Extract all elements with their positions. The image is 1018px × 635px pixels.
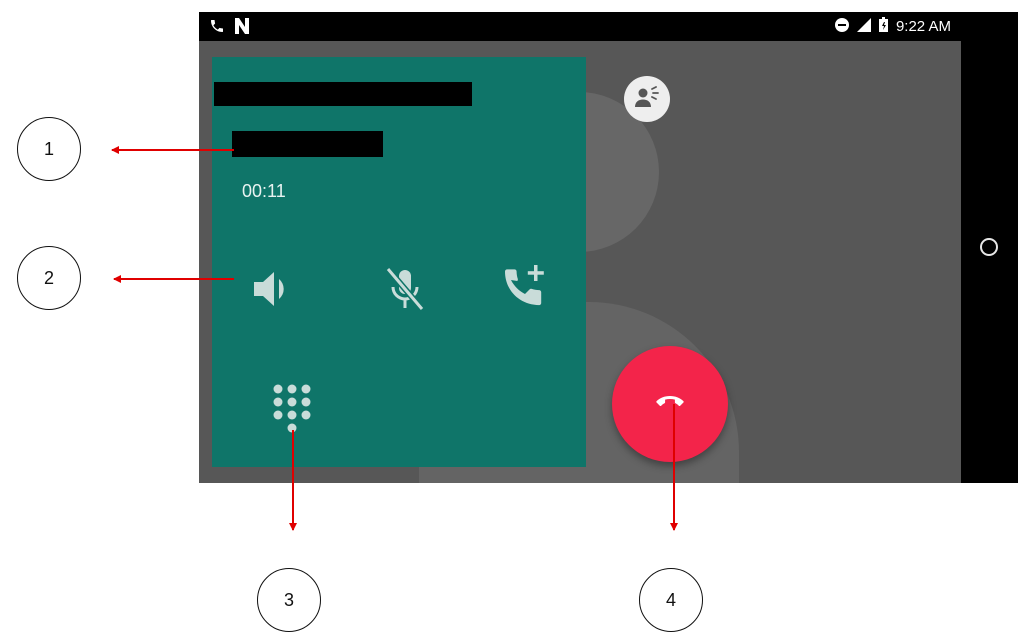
annotation-2: 2 <box>17 246 81 310</box>
annotation-4: 4 <box>639 568 703 632</box>
annotation-1: 1 <box>17 117 81 181</box>
annotation-3: 3 <box>257 568 321 632</box>
annotation-arrows <box>111 146 678 531</box>
